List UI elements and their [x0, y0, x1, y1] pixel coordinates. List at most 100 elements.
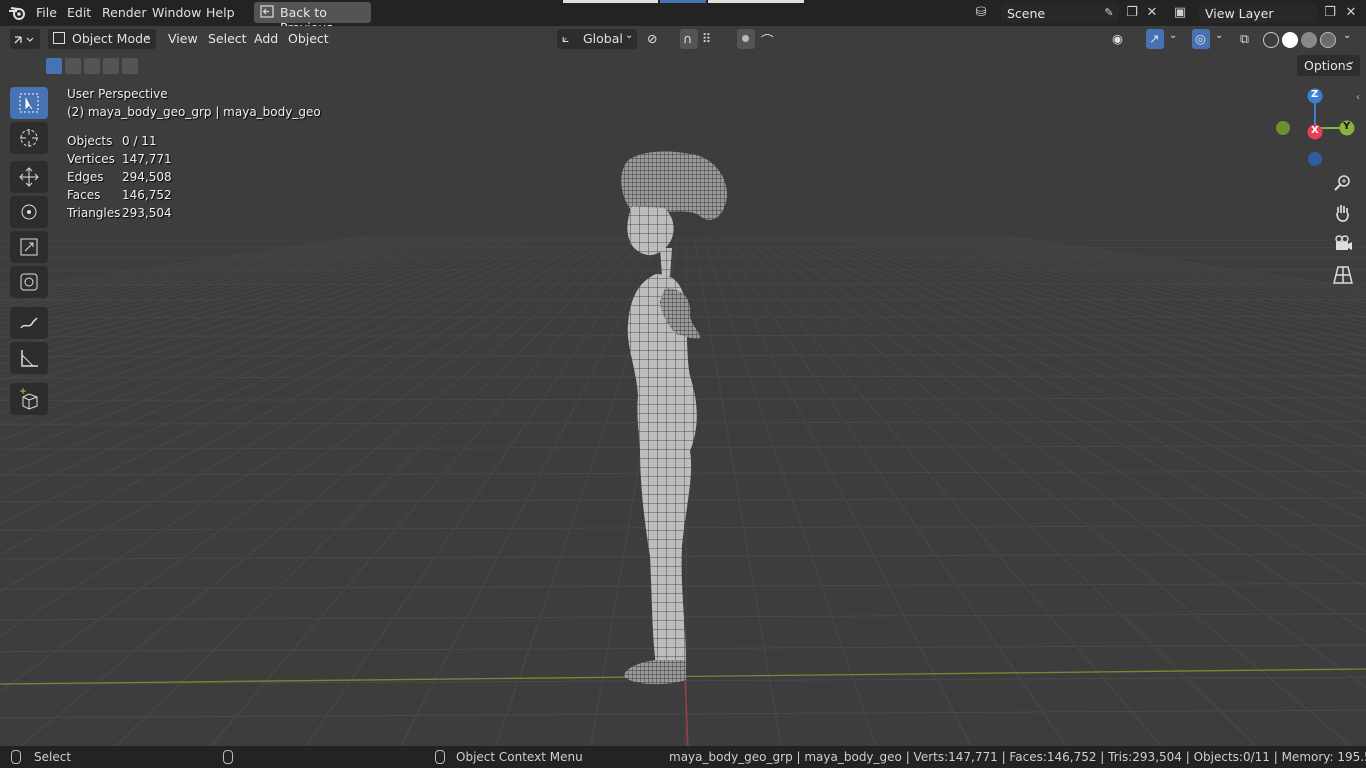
- chevron-down-icon: ⌄: [625, 30, 634, 41]
- stat-label-triangles: Triangles: [67, 206, 121, 220]
- wireframe-shading-icon[interactable]: [1263, 32, 1279, 48]
- menu-help[interactable]: Help: [206, 5, 235, 20]
- stat-value-triangles: 293,504: [122, 206, 172, 220]
- mouse-left-icon: [11, 750, 21, 764]
- rotate-tool[interactable]: [10, 196, 48, 228]
- gizmo-x-label: X: [1311, 125, 1319, 136]
- pivot-point-button[interactable]: ⊘: [643, 29, 675, 49]
- menu-select[interactable]: Select: [208, 31, 247, 46]
- gizmo-dropdown[interactable]: ⌄: [1166, 29, 1182, 49]
- overlays-toggle[interactable]: ◎: [1192, 29, 1210, 49]
- back-arrow-icon: [260, 5, 274, 18]
- menu-file[interactable]: File: [36, 5, 57, 20]
- scale-tool[interactable]: [10, 231, 48, 263]
- gizmo-toggle[interactable]: ↗: [1146, 29, 1164, 49]
- proportional-editing-toggle[interactable]: [737, 29, 755, 49]
- remove-view-layer-icon[interactable]: ✕: [1343, 5, 1359, 21]
- pin-icon[interactable]: ✎: [1101, 5, 1117, 21]
- blender-logo-icon[interactable]: [8, 5, 26, 21]
- workspace-tab-3[interactable]: [708, 0, 804, 3]
- stat-value-edges: 294,508: [122, 170, 172, 184]
- falloff-button[interactable]: ⌒: [758, 29, 788, 49]
- 3d-viewport[interactable]: Object Mode ⌄ View Select Add Object ⟀ G…: [0, 26, 1366, 746]
- rotate-icon: [21, 204, 37, 220]
- top-menu-bar: File Edit Render Window Help Back to Pre…: [0, 0, 1366, 35]
- perspective-toggle-icon[interactable]: [1331, 263, 1355, 287]
- menu-object[interactable]: Object: [288, 31, 329, 46]
- scene-icon[interactable]: ⛁: [973, 5, 989, 21]
- chevron-down-icon: ⌄: [1343, 30, 1352, 41]
- annotate-tool[interactable]: [10, 307, 48, 339]
- snap-toggle[interactable]: ∩: [680, 29, 698, 49]
- transform-tool[interactable]: [10, 266, 48, 298]
- menu-view[interactable]: View: [168, 31, 198, 46]
- mode-label: Object Mode: [72, 31, 151, 46]
- select-subtract-icon[interactable]: [84, 58, 100, 74]
- menu-edit[interactable]: Edit: [67, 5, 91, 20]
- workspace-tab-1[interactable]: [563, 0, 658, 3]
- shading-dropdown[interactable]: ⌄: [1340, 29, 1356, 49]
- overlays-icon: ◎: [1195, 31, 1206, 46]
- zoom-icon[interactable]: [1331, 171, 1355, 195]
- object-mode-icon: [53, 32, 65, 44]
- eye-icon: ◉: [1112, 31, 1123, 46]
- rendered-shading-icon[interactable]: [1320, 32, 1336, 48]
- options-button[interactable]: Options ⌄: [1297, 55, 1360, 76]
- transform-icon: [20, 273, 38, 291]
- select-invert-icon[interactable]: [103, 58, 119, 74]
- editor-type-button[interactable]: [10, 29, 40, 49]
- stat-value-vertices: 147,771: [122, 152, 172, 166]
- status-scene-stats: maya_body_geo_grp | maya_body_geo | Vert…: [669, 750, 1366, 764]
- menu-add[interactable]: Add: [254, 31, 278, 46]
- grid-snap-icon: ⠿: [702, 31, 712, 46]
- select-intersect-icon[interactable]: [122, 58, 138, 74]
- move-tool[interactable]: [10, 161, 48, 193]
- options-label: Options: [1304, 58, 1353, 73]
- view-layer-icon[interactable]: ▣: [1172, 5, 1188, 21]
- workspace-tab-active[interactable]: [660, 0, 706, 3]
- transform-orientation-dropdown[interactable]: ⟀ Global ⌄: [557, 29, 637, 49]
- view-layer-name: View Layer: [1205, 6, 1274, 21]
- camera-view-icon[interactable]: [1331, 232, 1355, 256]
- select-box-tool[interactable]: [10, 87, 48, 119]
- new-scene-icon[interactable]: ❐: [1124, 5, 1140, 21]
- stat-value-faces: 146,752: [122, 188, 172, 202]
- perspective-label: User Perspective: [67, 87, 168, 101]
- orientation-icon: ⟀: [562, 31, 570, 45]
- solid-shading-icon[interactable]: [1282, 32, 1298, 48]
- status-bar: Select Object Context Menu maya_body_geo…: [0, 746, 1366, 768]
- xray-toggle[interactable]: ⧉: [1237, 29, 1255, 49]
- snap-target-button[interactable]: ⠿: [700, 29, 730, 49]
- visibility-dropdown[interactable]: ◉: [1110, 29, 1140, 49]
- back-to-previous-button[interactable]: Back to Previous: [254, 2, 371, 35]
- gizmo-z-label: Z: [1311, 89, 1319, 100]
- viewport-header: Object Mode ⌄ View Select Add Object ⟀ G…: [0, 26, 1366, 52]
- stat-label-vertices: Vertices: [67, 152, 115, 166]
- status-context-menu-hint: Object Context Menu: [456, 750, 583, 764]
- sidebar-toggle-icon[interactable]: ‹: [1356, 92, 1360, 103]
- material-shading-icon[interactable]: [1301, 32, 1317, 48]
- select-extend-icon[interactable]: [65, 58, 81, 74]
- chevron-down-icon: ⌄: [1347, 56, 1356, 67]
- overlays-dropdown[interactable]: ⌄: [1212, 29, 1228, 49]
- measure-tool[interactable]: [10, 342, 48, 374]
- character-model[interactable]: [0, 26, 1366, 746]
- menu-render[interactable]: Render: [102, 5, 147, 20]
- select-new-icon[interactable]: [46, 58, 62, 74]
- mode-selector[interactable]: Object Mode ⌄: [48, 29, 156, 49]
- menu-window[interactable]: Window: [152, 5, 201, 20]
- scene-field[interactable]: Scene ✎: [1001, 3, 1119, 23]
- mouse-middle-icon: [223, 750, 233, 764]
- scale-icon: [20, 238, 38, 256]
- view-layer-field[interactable]: View Layer: [1199, 3, 1317, 23]
- stat-label-objects: Objects: [67, 134, 113, 148]
- remove-scene-icon[interactable]: ✕: [1144, 5, 1160, 21]
- pivot-icon: ⊘: [647, 31, 658, 46]
- chevron-down-icon: ⌄: [1215, 30, 1224, 41]
- pan-hand-icon[interactable]: [1331, 201, 1355, 225]
- cursor-tool[interactable]: [10, 122, 48, 154]
- xray-icon: ⧉: [1240, 31, 1249, 46]
- add-cube-tool[interactable]: [10, 383, 48, 415]
- mouse-right-icon: [435, 750, 445, 764]
- new-view-layer-icon[interactable]: ❐: [1322, 5, 1338, 21]
